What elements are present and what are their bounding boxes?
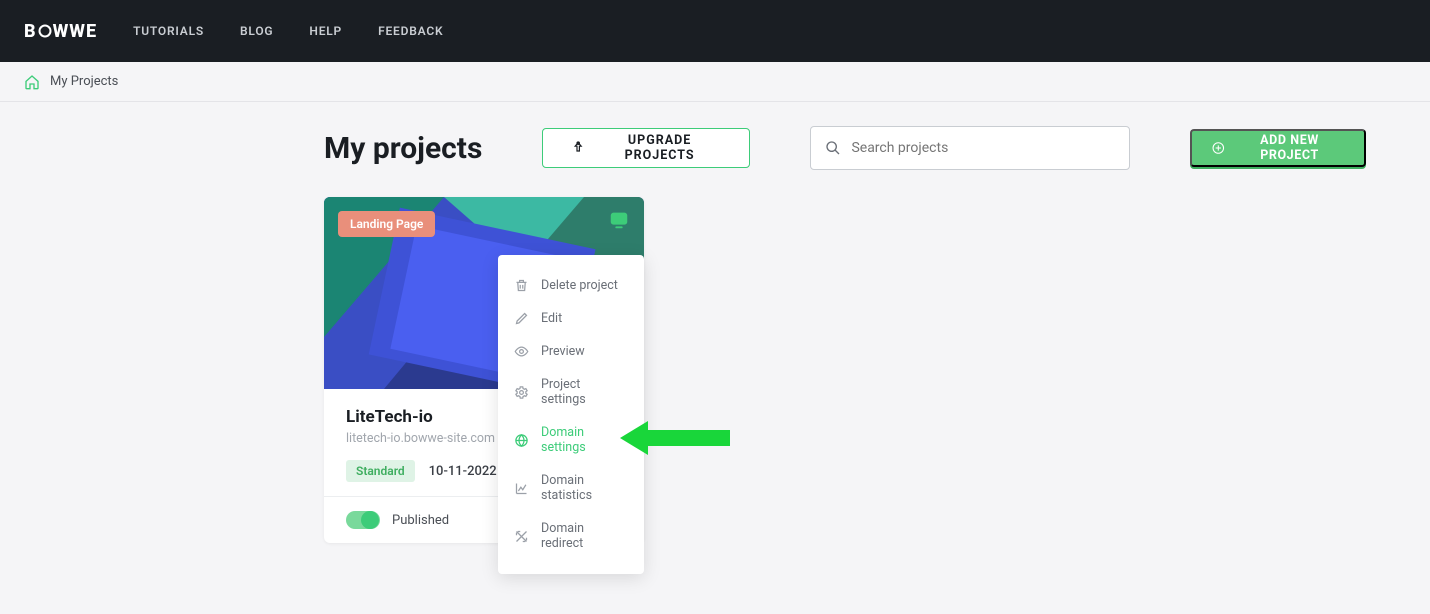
globe-icon [514,433,529,448]
published-status: Published [392,513,449,528]
logo-mark-icon [38,24,52,38]
page-header: My projects UPGRADE PROJECTS ADD NEW PRO… [0,126,1430,170]
page-title: My projects [324,131,482,166]
breadcrumb-bar: My Projects [0,62,1430,102]
nav-help[interactable]: HELP [309,24,342,38]
gear-icon [514,385,529,400]
top-nav: BWWE TUTORIALS BLOG HELP FEEDBACK [0,0,1430,62]
published-toggle[interactable] [346,511,380,529]
menu-domain-settings[interactable]: Domain settings [498,416,644,464]
upgrade-icon [571,140,585,156]
menu-label: Domain settings [541,425,628,455]
add-new-project-button[interactable]: ADD NEW PROJECT [1190,129,1366,167]
project-context-menu: Delete project Edit Preview Project sett… [498,255,644,574]
upgrade-projects-button[interactable]: UPGRADE PROJECTS [542,128,750,168]
pencil-icon [514,311,529,326]
plus-circle-icon [1212,141,1225,155]
menu-label: Domain redirect [541,521,628,551]
home-icon [24,74,40,90]
nav-blog[interactable]: BLOG [240,24,273,38]
menu-project-settings[interactable]: Project settings [498,368,644,416]
menu-delete-project[interactable]: Delete project [498,269,644,302]
project-type-badge: Landing Page [338,211,435,237]
menu-label: Project settings [541,377,628,407]
upgrade-label: UPGRADE PROJECTS [598,133,722,163]
add-label: ADD NEW PROJECT [1235,133,1344,163]
menu-domain-statistics[interactable]: Domain statistics [498,464,644,512]
stats-icon [514,481,529,496]
menu-edit[interactable]: Edit [498,302,644,335]
search-icon [825,140,841,156]
plan-badge: Standard [346,460,415,482]
brand-logo[interactable]: BWWE [24,21,97,42]
nav-tutorials[interactable]: TUTORIALS [133,24,204,38]
search-input[interactable] [851,140,1115,156]
redirect-icon [514,529,529,544]
search-box[interactable] [810,126,1130,170]
menu-domain-redirect[interactable]: Domain redirect [498,512,644,560]
project-small-logo-icon [608,209,630,231]
menu-preview[interactable]: Preview [498,335,644,368]
eye-icon [514,344,529,359]
breadcrumb-label[interactable]: My Projects [50,74,118,89]
nav-feedback[interactable]: FEEDBACK [378,24,443,38]
trash-icon [514,278,529,293]
nav-links: TUTORIALS BLOG HELP FEEDBACK [133,24,443,38]
menu-label: Domain statistics [541,473,628,503]
project-date: 10-11-2022 [429,464,497,479]
menu-label: Preview [541,344,585,359]
menu-label: Delete project [541,278,618,293]
menu-label: Edit [541,311,562,326]
